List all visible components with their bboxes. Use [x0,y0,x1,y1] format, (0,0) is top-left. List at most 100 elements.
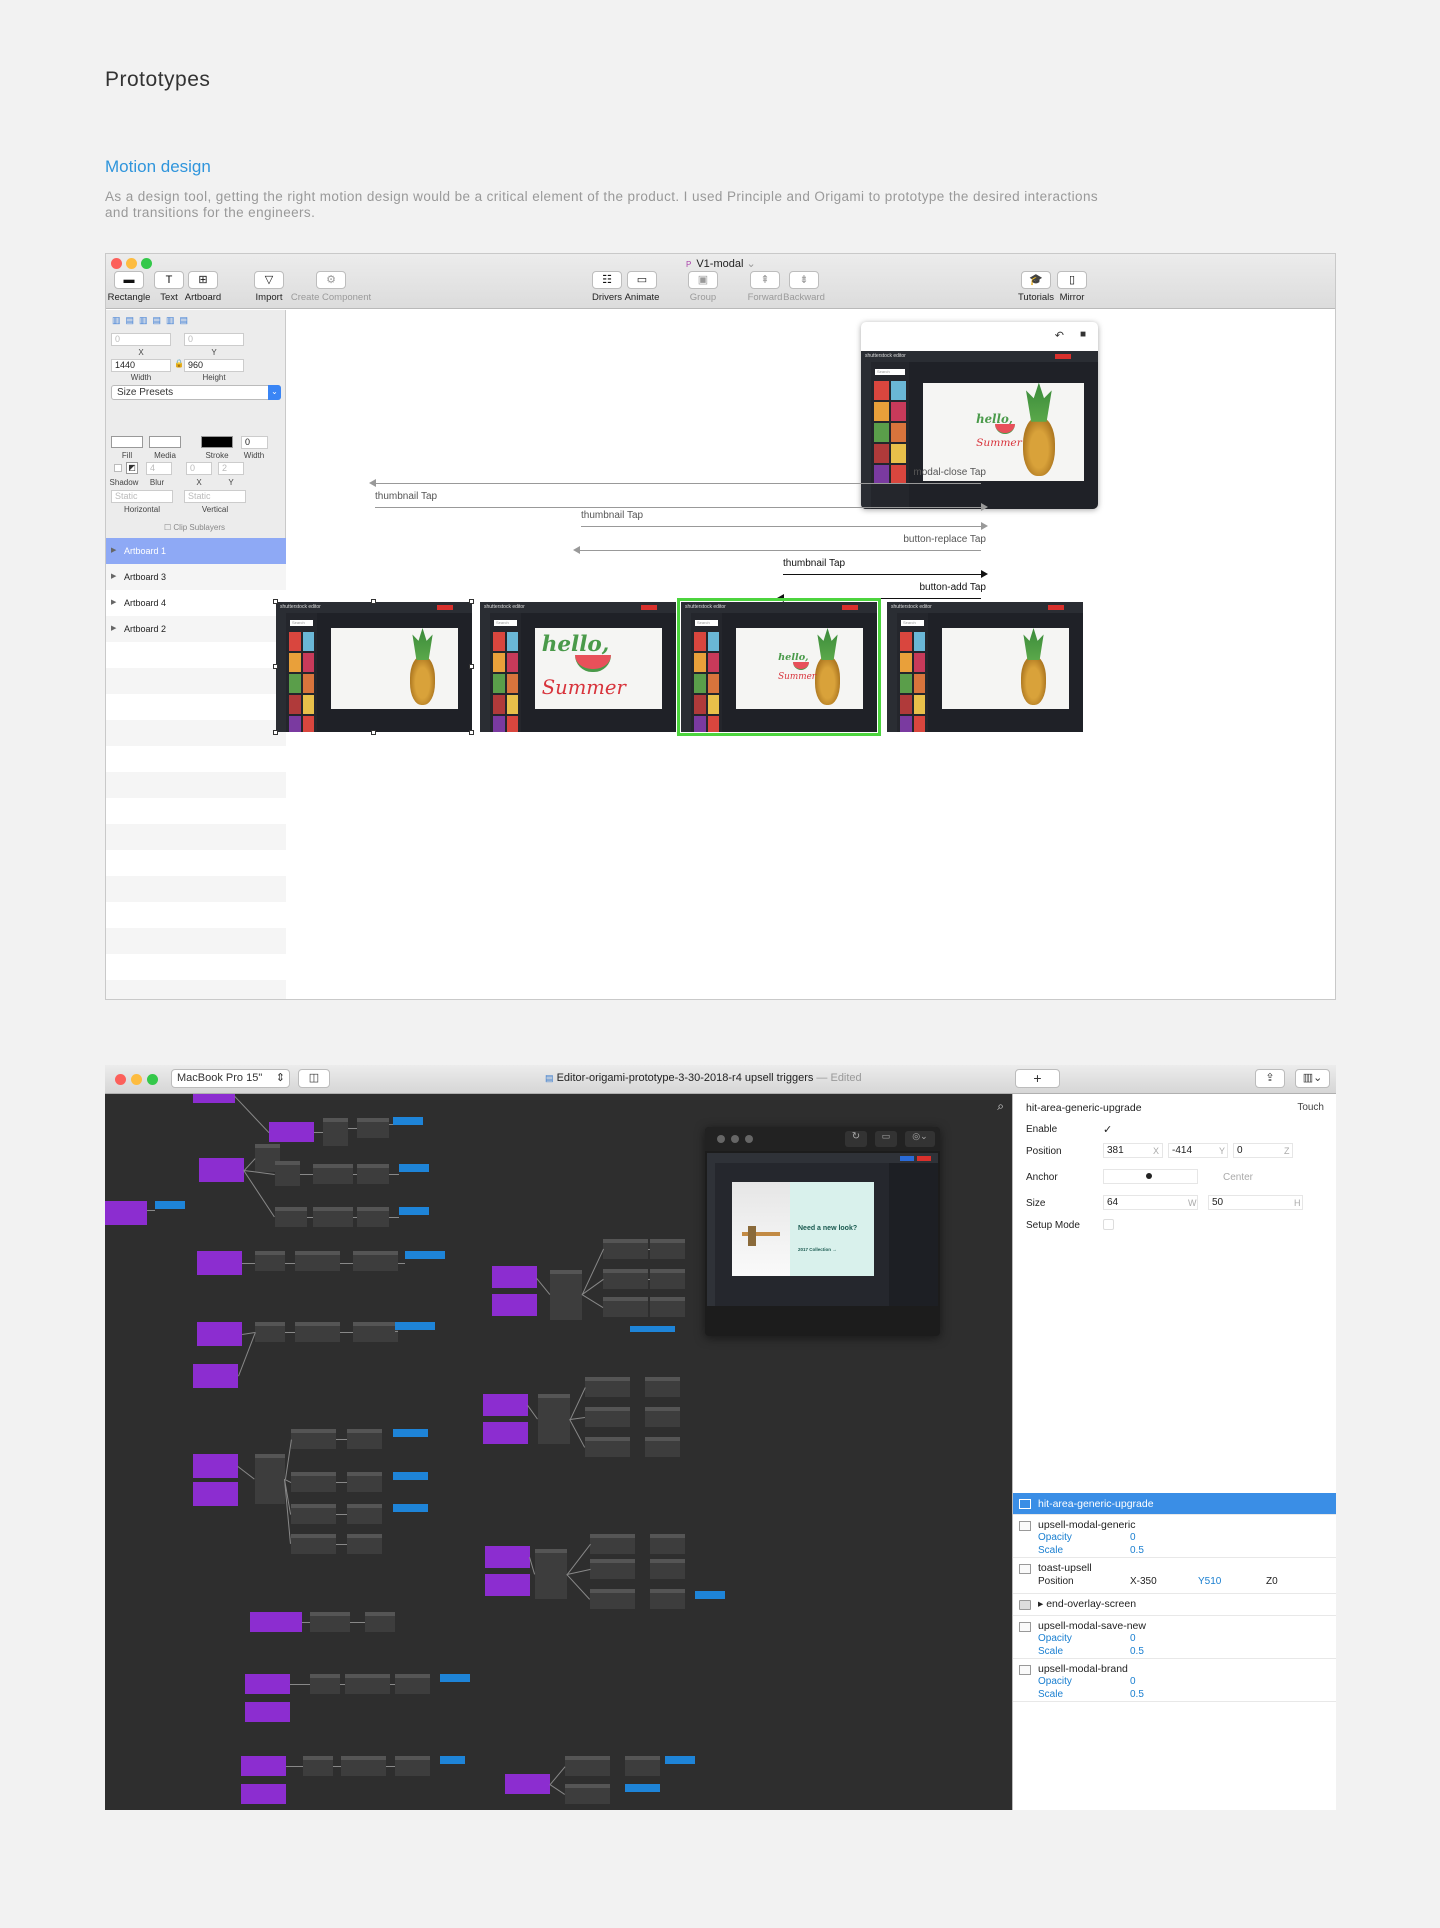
patch-node[interactable] [255,1454,285,1504]
patch-node[interactable] [393,1117,423,1125]
setup-mode-checkbox[interactable] [1103,1219,1114,1230]
patch-node[interactable] [310,1612,350,1632]
patch-node[interactable] [395,1756,430,1776]
patch-node[interactable] [625,1756,660,1776]
camera-icon[interactable]: ▭ [875,1131,897,1147]
patch-node[interactable] [650,1269,685,1289]
patch-node[interactable] [505,1774,550,1794]
patch-node[interactable] [585,1407,630,1427]
stroke-width-field[interactable]: 0 [241,436,268,449]
animate-button[interactable]: ▭ [627,271,657,289]
patch-node[interactable] [313,1207,353,1227]
settings-icon[interactable]: ◎⌄ [905,1131,935,1147]
patch-node[interactable] [197,1251,242,1275]
resize-handle[interactable] [371,599,376,604]
patch-node[interactable] [603,1269,648,1289]
patch-node[interactable] [341,1756,386,1776]
patch-node[interactable] [399,1164,429,1172]
patch-node[interactable] [295,1251,340,1271]
patch-node[interactable] [245,1702,290,1722]
patch-node[interactable] [250,1612,302,1632]
patch-node[interactable] [645,1437,680,1457]
patch-node[interactable] [585,1377,630,1397]
layout-button[interactable]: ▥⌄ [1295,1069,1330,1088]
refresh-icon[interactable]: ↻ [845,1131,867,1147]
patch-node[interactable] [255,1251,285,1271]
size-presets-select[interactable]: Size Presets ⌄ [111,385,281,400]
size-height-field[interactable]: 50 [1208,1195,1303,1210]
patch-node[interactable] [483,1422,528,1444]
patch-node[interactable] [353,1251,398,1271]
rectangle-button[interactable]: ▬ [114,271,144,289]
patch-node[interactable] [347,1472,382,1492]
patch-node[interactable] [590,1589,635,1609]
patch-node[interactable] [603,1239,648,1259]
y-field[interactable]: 0 [184,333,244,346]
patch-node[interactable] [347,1504,382,1524]
viewer-zoom-button[interactable] [745,1135,753,1143]
shadow-color-swatch[interactable]: ◩ [126,462,138,474]
resize-handle[interactable] [273,730,278,735]
patch-node[interactable] [483,1394,528,1416]
minimize-window-button[interactable] [126,258,137,269]
patch-node[interactable] [323,1118,348,1146]
patch-node[interactable] [650,1559,685,1579]
stroke-swatch[interactable] [201,436,233,448]
close-window-button[interactable] [111,258,122,269]
mirror-button[interactable]: ▯ [1057,271,1087,289]
rewind-icon[interactable]: ↶ [1055,329,1064,342]
group-button[interactable]: ▣ [688,271,718,289]
patch-node[interactable] [535,1549,567,1599]
layer-row[interactable]: upsell-modal-brand Opacity 0 Scale 0.5 [1013,1659,1336,1702]
x-field[interactable]: 0 [111,333,171,346]
patch-node[interactable] [625,1784,660,1792]
zoom-window-button[interactable] [141,258,152,269]
patch-node[interactable] [291,1472,336,1492]
patch-node[interactable] [303,1756,333,1776]
resize-handle[interactable] [273,599,278,604]
layer-row[interactable]: upsell-modal-save-new Opacity 0 Scale 0.5 [1013,1616,1336,1659]
text-button[interactable]: T [154,271,184,289]
viewer-close-button[interactable] [717,1135,725,1143]
patch-node[interactable] [393,1429,428,1437]
patch-node[interactable] [650,1239,685,1259]
layer-item[interactable]: Artboard 3 [106,564,286,590]
patch-node[interactable] [269,1122,314,1142]
patch-node[interactable] [695,1591,725,1599]
patch-node[interactable] [291,1534,336,1554]
resize-handle[interactable] [469,730,474,735]
resize-handle[interactable] [273,664,278,669]
patch-node[interactable] [590,1559,635,1579]
chevron-down-icon[interactable]: ⌄ [746,258,755,270]
patch-node[interactable] [645,1407,680,1427]
forward-button[interactable]: ⇞ [750,271,780,289]
share-button[interactable]: ⇪ [1255,1069,1285,1088]
patch-node[interactable] [650,1534,685,1554]
patch-node[interactable] [603,1297,648,1317]
patch-node[interactable] [275,1161,300,1186]
patch-node[interactable] [492,1266,537,1288]
vertical-select[interactable]: Static [184,490,246,503]
patch-node[interactable] [193,1364,238,1388]
patch-node[interactable] [665,1756,695,1764]
drivers-button[interactable]: ☷ [592,271,622,289]
patch-node[interactable] [199,1158,244,1182]
patch-node[interactable] [630,1326,675,1332]
patch-node[interactable] [155,1201,185,1209]
split-view-button[interactable]: ◫ [298,1069,330,1088]
clip-sublayers-checkbox[interactable]: ☐ Clip Sublayers [164,523,225,532]
search-icon[interactable]: ⌕ [997,1099,1004,1114]
artboard[interactable]: shutterstock editor Search hello, Summer [677,598,881,736]
patch-node[interactable] [193,1094,235,1103]
shadow-x-field[interactable]: 0 [186,462,212,475]
align-tools[interactable]: ▥▤▥▤▥▤ [112,315,282,327]
resize-handle[interactable] [371,730,376,735]
shadow-y-field[interactable]: 2 [218,462,244,475]
patch-node[interactable] [291,1504,336,1524]
blur-field[interactable]: 4 [146,462,172,475]
patch-node[interactable] [275,1207,307,1227]
patch-node[interactable] [313,1164,353,1184]
create-component-button[interactable]: ⚙ [316,271,346,289]
layer-row[interactable]: upsell-modal-generic Opacity 0 Scale 0.5 [1013,1515,1336,1558]
artboard[interactable]: shutterstock editor Search hello, Summer [480,602,676,732]
